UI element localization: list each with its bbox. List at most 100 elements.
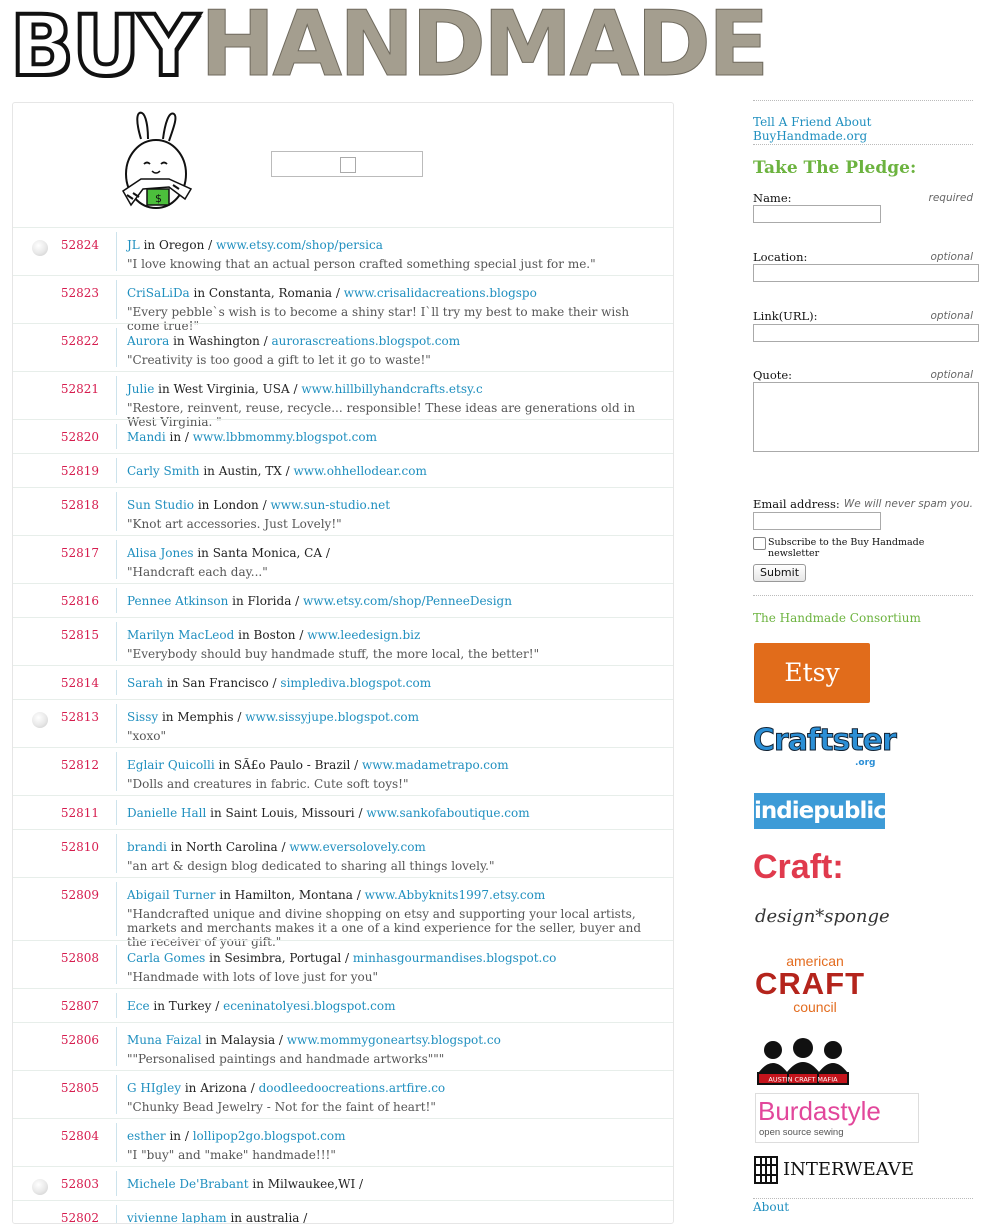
email-input[interactable]	[753, 512, 881, 530]
pledge-number: 52822	[60, 334, 99, 348]
pledger-website-link[interactable]: www.etsy.com/shop/PenneeDesign	[303, 594, 512, 608]
pledger-name-link[interactable]: G HIgley	[127, 1081, 181, 1095]
pledge-row: 52819 Carly Smith in Austin, TX / www.ohh…	[13, 453, 673, 487]
link-input[interactable]	[753, 324, 979, 342]
slash-separator: /	[332, 286, 344, 300]
etsy-logo-link[interactable]: Etsy	[754, 643, 870, 703]
pledger-website-link[interactable]: www.etsy.com/shop/persica	[216, 238, 383, 252]
pledger-name-link[interactable]: Julie	[127, 382, 154, 396]
pledger-name-link[interactable]: Eglair Quicolli	[127, 758, 215, 772]
pledger-website-link[interactable]: www.crisalidacreations.blogspo	[344, 286, 537, 300]
pledger-name-link[interactable]: Mandi	[127, 430, 166, 444]
american-craft-council-logo-link[interactable]: american CRAFT council	[755, 953, 875, 1015]
location-input[interactable]	[753, 264, 979, 282]
pledger-website-link[interactable]: aurorascreations.blogspot.com	[271, 334, 460, 348]
austin-craft-mafia-logo: AUSTIN CRAFT MAFIA	[757, 1038, 849, 1085]
pledger-name-link[interactable]: Abigail Turner	[127, 888, 216, 902]
pledger-name-link[interactable]: vivienne lapham	[127, 1211, 227, 1223]
pledger-name-link[interactable]: Sarah	[127, 676, 163, 690]
pledge-line: Marilyn MacLeod in Boston / www.leedesig…	[127, 628, 420, 642]
tell-friend-link[interactable]: Tell A Friend About BuyHandmade.org	[753, 115, 973, 143]
pledger-website-link[interactable]: www.sankofaboutique.com	[366, 806, 529, 820]
pledger-name-link[interactable]: JL	[127, 238, 140, 252]
pledge-quote: "xoxo"	[127, 729, 167, 743]
pledger-name-link[interactable]: Carly Smith	[127, 464, 200, 478]
pledger-name-link[interactable]: Michele De'Brabant	[127, 1177, 249, 1191]
pledger-website-link[interactable]: www.sissyjupe.blogspot.com	[245, 710, 419, 724]
interweave-logo-link[interactable]: INTERWEAVE	[753, 1155, 914, 1185]
pledger-location: Constanta, Romania	[208, 286, 333, 300]
slash-separator: /	[246, 1081, 259, 1095]
pledge-row: 52802 vivienne lapham in australia /	[13, 1200, 673, 1223]
pledger-name-link[interactable]: Alisa Jones	[127, 546, 194, 560]
pledger-name-link[interactable]: Carla Gomes	[127, 951, 205, 965]
pledger-website-link[interactable]: simplediva.blogspot.com	[280, 676, 431, 690]
row-separator	[116, 588, 117, 613]
pledger-name-link[interactable]: Marilyn MacLeod	[127, 628, 234, 642]
pledge-quote: "Handcraft each day..."	[127, 565, 268, 579]
pledger-website-link[interactable]: www.leedesign.biz	[307, 628, 420, 642]
subscribe-checkbox[interactable]	[753, 537, 766, 550]
pledger-name-link[interactable]: Sun Studio	[127, 498, 194, 512]
pledger-name-link[interactable]: Aurora	[127, 334, 169, 348]
pledger-location: London	[213, 498, 259, 512]
pledge-row: 52810 brandi in North Carolina / www.ever…	[13, 829, 673, 877]
pledge-number: 52814	[60, 676, 99, 690]
banner-image-placeholder[interactable]	[271, 151, 423, 177]
pledge-line: JL in Oregon / www.etsy.com/shop/persica	[127, 238, 383, 252]
quote-textarea[interactable]	[753, 382, 979, 452]
pledger-name-link[interactable]: Pennee Atkinson	[127, 594, 228, 608]
in-separator: in	[166, 840, 187, 854]
pledger-name-link[interactable]: brandi	[127, 840, 167, 854]
divider	[753, 144, 973, 145]
burda-wordmark: Burdastyle	[758, 1096, 881, 1126]
pledger-website-link[interactable]: lollipop2go.blogspot.com	[193, 1129, 346, 1143]
pledge-number: 52818	[60, 498, 99, 512]
in-separator: in	[181, 1081, 201, 1095]
pledge-row: 52822 Aurora in Washington / aurorascreat…	[13, 323, 673, 371]
design-sponge-logo-link[interactable]: design*sponge	[755, 906, 890, 927]
pledge-number: 52820	[60, 430, 99, 444]
pledge-number: 52806	[60, 1033, 99, 1047]
pledger-location: Austin, TX	[218, 464, 282, 478]
pledge-line: Abigail Turner in Hamilton, Montana / ww…	[127, 888, 545, 902]
interweave-wordmark: INTERWEAVE	[783, 1159, 915, 1180]
pledger-website-link[interactable]: www.sun-studio.net	[270, 498, 390, 512]
pledger-website-link[interactable]: www.ohhellodear.com	[294, 464, 427, 478]
pledger-website-link[interactable]: www.Abbyknits1997.etsy.com	[365, 888, 546, 902]
pledge-number: 52819	[60, 464, 99, 478]
submit-button[interactable]: Submit	[753, 564, 807, 582]
pledge-line: Eglair Quicolli in SÃ£o Paulo - Brazil /…	[127, 758, 509, 772]
pledge-quote: "I "buy" and "make" handmade!!!"	[127, 1148, 336, 1162]
subscribe-label: Subscribe to the Buy Handmade newsletter	[768, 537, 925, 559]
pledger-website-link[interactable]: www.madametrapo.com	[362, 758, 509, 772]
pledger-website-link[interactable]: www.mommygoneartsy.blogspot.co	[287, 1033, 501, 1047]
pledge-line: vivienne lapham in australia /	[127, 1211, 307, 1223]
row-separator	[116, 458, 117, 483]
acc-council: council	[793, 999, 837, 1015]
pledger-website-link[interactable]: www.lbbmommy.blogspot.com	[193, 430, 377, 444]
pledger-name-link[interactable]: CriSaLiDa	[127, 286, 190, 300]
pledger-name-link[interactable]: Ece	[127, 999, 150, 1013]
indiepublic-logo-link[interactable]: indiepublic	[754, 793, 887, 829]
pledger-name-link[interactable]: esther	[127, 1129, 166, 1143]
pledger-website-link[interactable]: www.hillbillyhandcrafts.etsy.c	[301, 382, 482, 396]
row-separator	[116, 704, 117, 743]
craftster-logo-link[interactable]: Craftster	[753, 723, 898, 759]
burdastyle-logo-link[interactable]: Burdastyle open source sewing	[755, 1093, 919, 1143]
pledger-name-link[interactable]: Danielle Hall	[127, 806, 206, 820]
name-input[interactable]	[753, 205, 881, 223]
pledger-website-link[interactable]: eceninatolyesi.blogspot.com	[223, 999, 395, 1013]
slash-separator: /	[184, 430, 193, 444]
craft-magazine-logo-link[interactable]: Craft:	[753, 848, 844, 887]
site-logo[interactable]: BUY HANDMADE	[8, 0, 770, 100]
pledger-name-link[interactable]: Sissy	[127, 710, 158, 724]
slash-separator: /	[352, 888, 365, 902]
pledger-name-link[interactable]: Muna Faizal	[127, 1033, 202, 1047]
row-separator	[116, 834, 117, 873]
pledge-line: Aurora in Washington / aurorascreations.…	[127, 334, 460, 348]
pledger-website-link[interactable]: www.eversolovely.com	[289, 840, 425, 854]
pledger-website-link[interactable]: doodleedoocreations.artfire.co	[259, 1081, 446, 1095]
pledger-website-link[interactable]: minhasgourmandises.blogspot.co	[353, 951, 556, 965]
pledge-row: 52823 CriSaLiDa in Constanta, Romania / w…	[13, 275, 673, 333]
